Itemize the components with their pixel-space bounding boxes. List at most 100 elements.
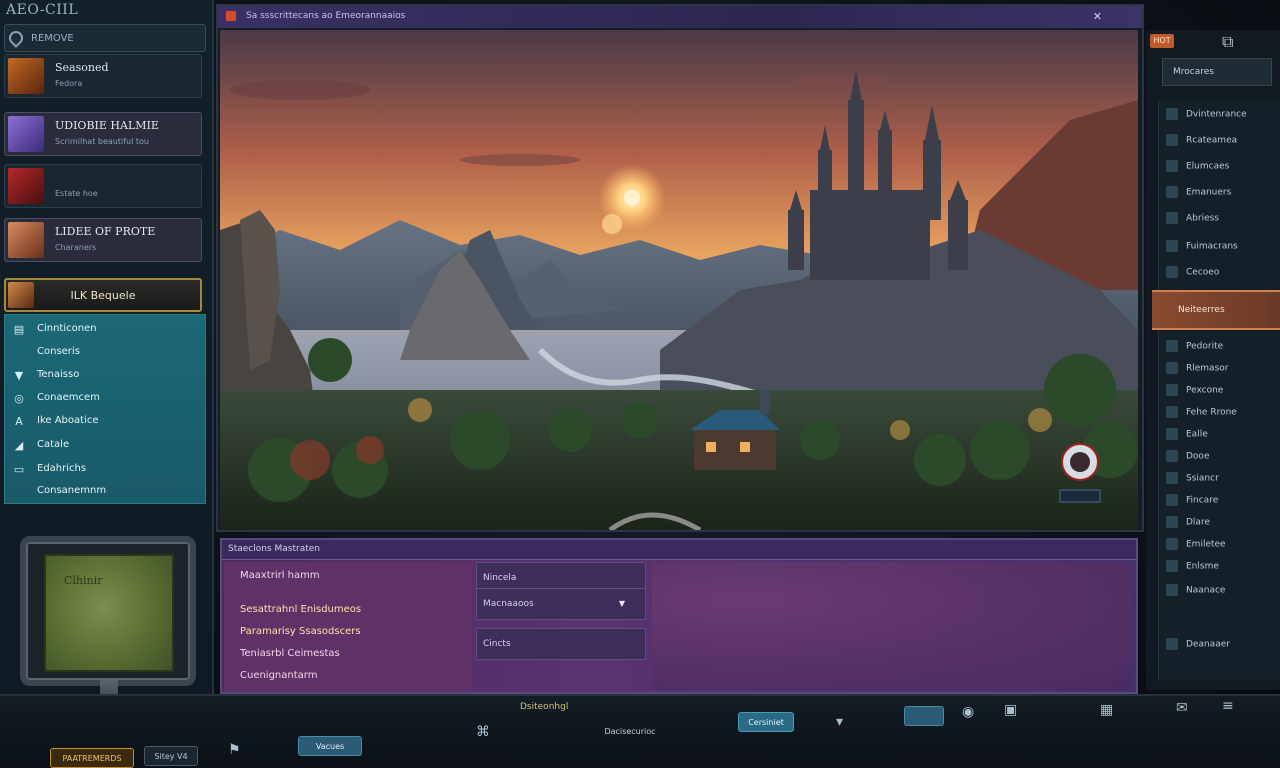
triangle-icon: ▼	[13, 370, 25, 382]
asset-icon	[1166, 362, 1178, 374]
menu-item-label: Consanemnm	[37, 485, 106, 496]
property-field-3[interactable]: Cincts	[476, 628, 646, 660]
property-row[interactable]: Sesattrahnl Enisdumeos	[240, 604, 361, 615]
status-text: Dacisecurioc	[600, 722, 660, 742]
property-dropdown[interactable]: Macnaaoos ▼	[476, 588, 646, 620]
toolbar-status: Dsiteonhgl	[520, 702, 568, 712]
asset-item[interactable]: Dlare	[1166, 516, 1210, 534]
scene-card-1[interactable]: Seasoned Fedora	[4, 54, 202, 98]
target-icon: ◎	[13, 393, 25, 405]
scene-subtitle: Charaners	[55, 243, 96, 252]
menu-item-5[interactable]: A Ike Aboatice	[5, 411, 205, 433]
param-button[interactable]: PAATREMERDS	[50, 748, 134, 768]
menu-item-4[interactable]: ◎ Conaemcem	[5, 388, 205, 410]
asset-item[interactable]: Cecoeo	[1166, 266, 1219, 284]
layers-icon[interactable]: ⧉	[1222, 32, 1233, 52]
setting-button[interactable]: Sitey V4	[144, 746, 198, 766]
asset-icon	[1166, 584, 1178, 596]
asset-item-label: Pexcone	[1186, 386, 1223, 396]
asset-item[interactable]: Enlsme	[1166, 560, 1219, 578]
menu-item-label: Ike Aboatice	[37, 415, 99, 426]
character-button[interactable]: ILK Bequele	[4, 278, 202, 312]
asset-item-label: Deanaaer	[1186, 640, 1230, 650]
properties-list: Maaxtrirl hamm Sesattrahnl Enisdumeos Pa…	[224, 562, 472, 692]
menu-item-6[interactable]: ◢ Catale	[5, 435, 205, 457]
asset-item-label: Pedorite	[1186, 342, 1223, 352]
menu-item-7[interactable]: ▭ Edahrichs	[5, 459, 205, 481]
asset-dropdown[interactable]: Mrocares	[1162, 58, 1272, 86]
scene-title: LIDEE OF PROTE	[55, 225, 155, 238]
action-button[interactable]	[904, 706, 944, 726]
asset-item[interactable]: Deanaaer	[1166, 638, 1230, 656]
asset-item-label: Emanuers	[1186, 188, 1231, 198]
chevron-down-icon[interactable]: ▾	[836, 714, 843, 730]
scene-card-3[interactable]: Estate hoe	[4, 164, 202, 208]
asset-item[interactable]: Ealle	[1166, 428, 1208, 446]
asset-item[interactable]: Emiletee	[1166, 538, 1226, 556]
menu-icon[interactable]: ≡	[1222, 698, 1234, 714]
location-filter[interactable]: REMOVE	[4, 24, 206, 52]
fantasy-landscape-scene[interactable]	[220, 30, 1138, 530]
asset-item[interactable]: Pedorite	[1166, 340, 1223, 358]
asset-item-label: Rlemasor	[1186, 364, 1228, 374]
asset-item[interactable]: Abriess	[1166, 212, 1219, 230]
asset-item[interactable]: Elumcaes	[1166, 160, 1229, 178]
close-icon[interactable]: ✕	[1093, 10, 1102, 23]
properties-header: Staeclons Mastraten	[222, 540, 1136, 560]
property-row[interactable]: Paramarisy Ssasodscers	[240, 626, 361, 637]
property-row[interactable]: Maaxtrirl hamm	[240, 570, 320, 581]
globe-icon[interactable]: ◉	[962, 704, 974, 720]
asset-item[interactable]: Dooe	[1166, 450, 1209, 468]
location-filter-label: REMOVE	[31, 33, 74, 44]
tool-menu: ▤ Cinnticonen Conseris ▼ Tenaisso ◎ Cona…	[4, 314, 206, 504]
asset-icon	[1166, 186, 1178, 198]
asset-item[interactable]: Naanace	[1166, 584, 1225, 602]
menu-item-3[interactable]: ▼ Tenaisso	[5, 365, 205, 387]
branch-icon[interactable]: ⌘	[476, 724, 490, 740]
create-button[interactable]: Cersiniet	[738, 712, 794, 732]
asset-item-label: Neiteerres	[1178, 305, 1225, 315]
scene-card-2[interactable]: UDIOBIE HALMIE Scrimilhat beautiful tou	[4, 112, 202, 156]
menu-item-1[interactable]: ▤ Cinnticonen	[5, 319, 205, 341]
menu-item-8[interactable]: Consanemnm	[5, 481, 205, 503]
asset-item[interactable]: Fehe Rrone	[1166, 406, 1237, 424]
property-row[interactable]: Teniasrbl Ceimestas	[240, 648, 340, 659]
asset-icon	[1166, 428, 1178, 440]
asset-item[interactable]: Ssiancr	[1166, 472, 1219, 490]
menu-item-2[interactable]: Conseris	[5, 342, 205, 364]
scene-title: Seasoned	[55, 61, 109, 74]
chat-icon[interactable]: ✉	[1176, 700, 1188, 716]
asset-item[interactable]: Fuimacrans	[1166, 240, 1238, 258]
asset-item-label: Enlsme	[1186, 562, 1219, 572]
scene-card-4[interactable]: LIDEE OF PROTE Charaners	[4, 218, 202, 262]
flag-icon[interactable]: ⚑	[228, 742, 241, 758]
document-icon[interactable]: ▣	[1004, 702, 1017, 718]
app-title: AEO-CIIL	[6, 2, 78, 18]
menu-item-label: Conseris	[37, 346, 80, 357]
asset-item[interactable]: Emanuers	[1166, 186, 1231, 204]
viewport-title: Sa ssscrittecans ao Emeorannaaios	[246, 11, 405, 21]
grid-icon[interactable]: ▦	[1100, 702, 1113, 718]
asset-icon	[1166, 406, 1178, 418]
property-row[interactable]: Cuenignantarm	[240, 670, 317, 681]
minimap-terrain[interactable]	[44, 554, 174, 672]
field-label: Macnaaoos	[483, 599, 534, 609]
menu-item-label: Tenaisso	[37, 369, 79, 380]
hot-badge: HOT	[1150, 34, 1174, 48]
asset-item-label: Dooe	[1186, 452, 1209, 462]
asset-item[interactable]: Rlemasor	[1166, 362, 1228, 380]
corner-icon: ◢	[13, 440, 25, 452]
values-button[interactable]: Vacues	[298, 736, 362, 756]
asset-item[interactable]: Rcateamea	[1166, 134, 1237, 152]
scene-viewport-window: Sa ssscrittecans ao Emeorannaaios ✕	[216, 4, 1144, 532]
flag-icon	[226, 11, 236, 21]
asset-item[interactable]: Dvintenrance	[1166, 108, 1247, 126]
asset-item-label: Abriess	[1186, 214, 1219, 224]
asset-item-label: Fehe Rrone	[1186, 408, 1237, 418]
game-editor-window: AEO-CIIL REMOVE Seasoned Fedora UDIOBIE …	[0, 0, 1280, 768]
asset-item-selected[interactable]: Neiteerres	[1152, 290, 1280, 330]
asset-item[interactable]: Fincare	[1166, 494, 1218, 512]
asset-icon	[1166, 638, 1178, 650]
asset-icon	[1166, 266, 1178, 278]
asset-item[interactable]: Pexcone	[1166, 384, 1223, 402]
